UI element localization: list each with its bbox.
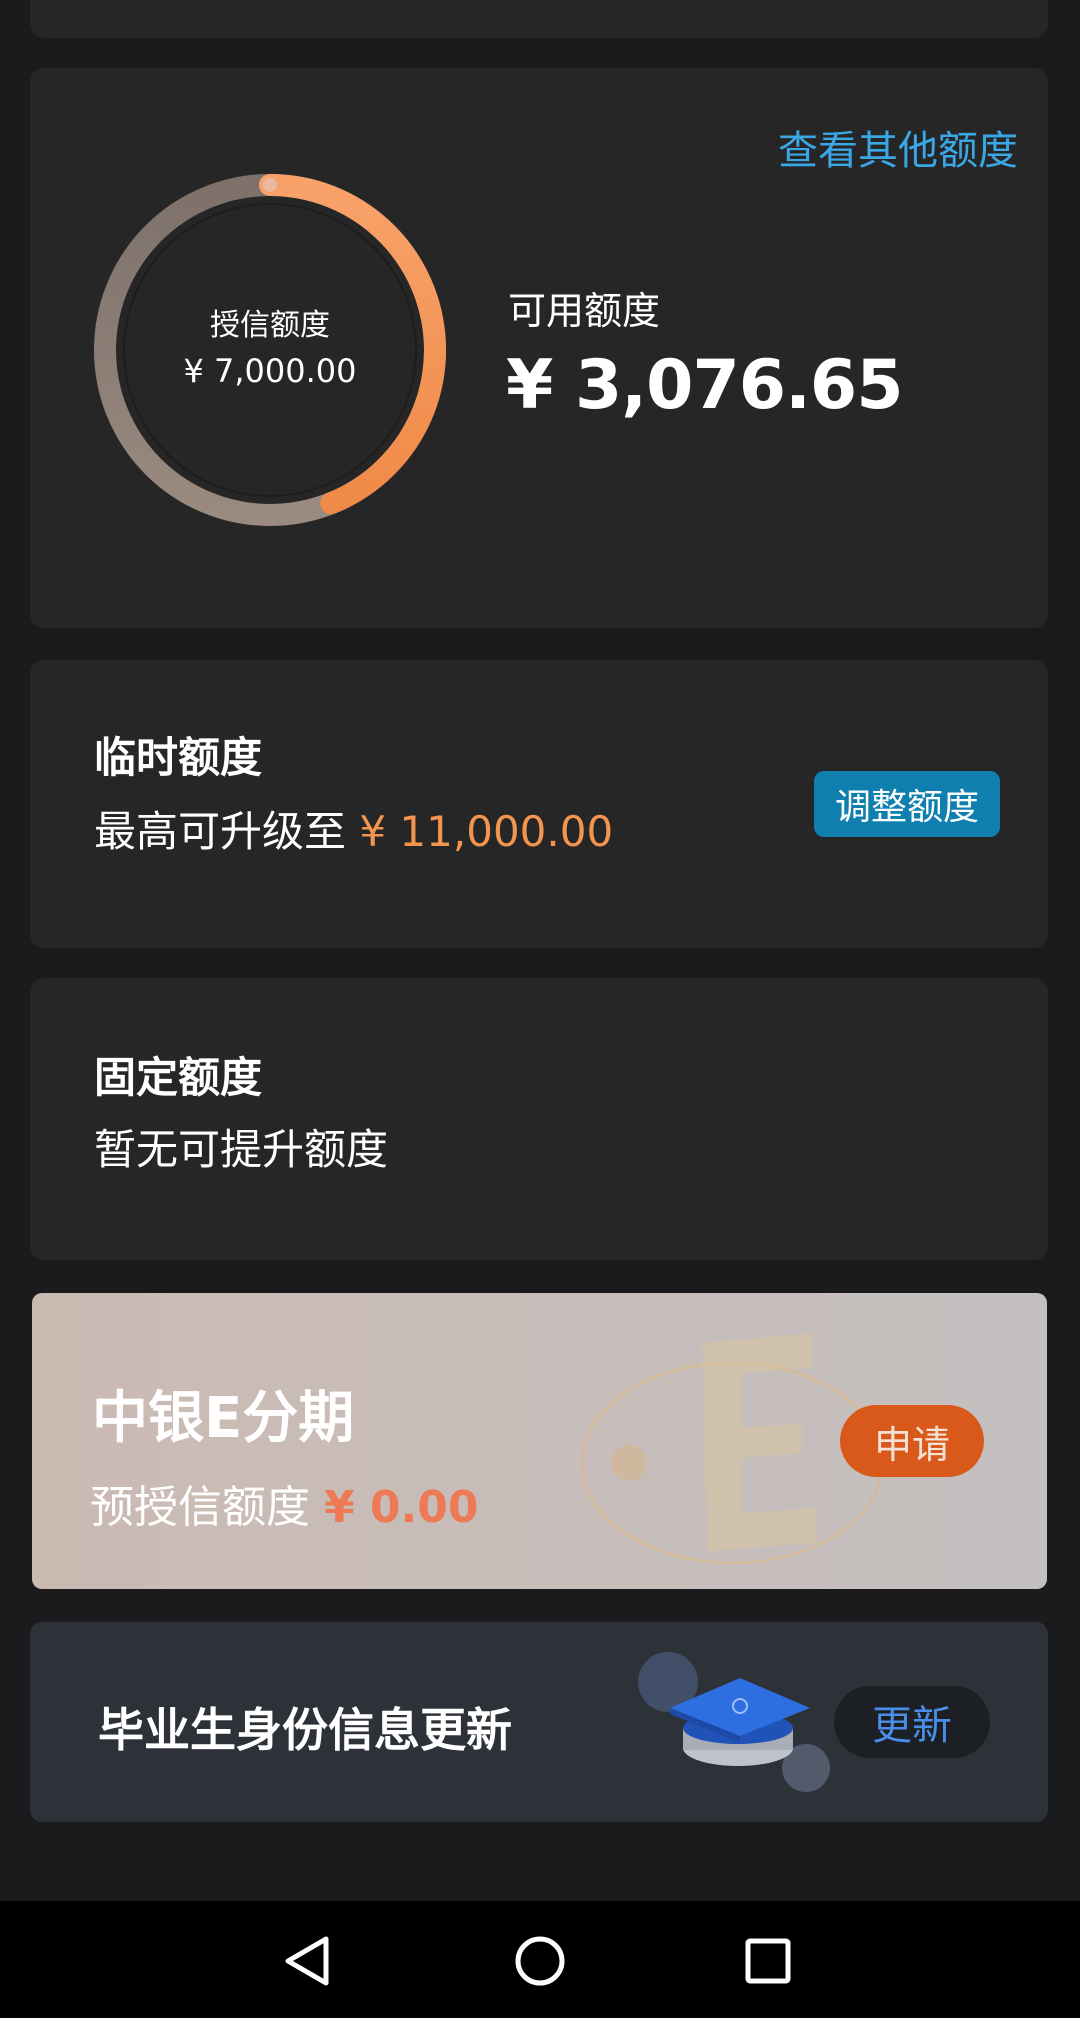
e-installment-card[interactable]: 中银E分期 预授信额度 ¥ 0.00 申请 — [32, 1293, 1047, 1589]
e-installment-amount: ¥ 0.00 — [324, 1482, 479, 1533]
available-label: 可用额度 — [508, 289, 661, 333]
graduation-cap-icon — [638, 1652, 830, 1792]
temporary-limit-card: 临时额度 最高可升级至 ¥ 11,000.00 调整额度 — [30, 660, 1048, 948]
e-installment-title: 中银E分期 — [92, 1386, 355, 1451]
apply-button[interactable]: 申请 — [840, 1405, 984, 1477]
ring-available-arc — [259, 174, 446, 515]
credit-ring-chart — [93, 173, 447, 527]
ring-start-dot — [263, 178, 277, 192]
ring-label: 授信额度 — [210, 308, 330, 343]
graduate-info-card[interactable]: 毕业生身份信息更新 更新 — [30, 1622, 1048, 1822]
adjust-limit-button[interactable]: 调整额度 — [814, 771, 1000, 837]
fixed-limit-subtitle: 暂无可提升额度 — [94, 1125, 389, 1174]
temporary-limit-prefix: 最高可升级至 — [94, 807, 360, 856]
system-nav-bar — [0, 1901, 1080, 2018]
temporary-limit-amount: ¥ 11,000.00 — [359, 807, 614, 856]
credit-ring: 授信额度 ¥ 7,000.00 — [90, 170, 450, 530]
back-triangle-icon[interactable] — [278, 1931, 338, 1991]
update-button[interactable]: 更新 — [834, 1686, 990, 1758]
home-circle-icon[interactable] — [510, 1931, 570, 1991]
credit-overview-card: 查看其他额度 授信额度 ¥ 7,000.00 可用额度 ¥ 3,076.65 — [30, 68, 1048, 628]
available-value: ¥ 3,076.65 — [506, 346, 904, 425]
e-installment-subtitle: 预授信额度 ¥ 0.00 — [90, 1471, 479, 1535]
temporary-limit-title: 临时额度 — [94, 733, 263, 782]
previous-card-stub — [30, 0, 1048, 38]
recent-square-icon[interactable] — [738, 1931, 798, 1991]
graduate-info-title: 毕业生身份信息更新 — [98, 1703, 512, 1757]
e-installment-prefix: 预授信额度 — [90, 1482, 324, 1533]
view-other-limits-link[interactable]: 查看其他额度 — [778, 118, 1018, 176]
temporary-limit-subtitle: 最高可升级至 ¥ 11,000.00 — [94, 798, 613, 859]
fixed-limit-title: 固定额度 — [94, 1053, 263, 1102]
fixed-limit-card: 固定额度 暂无可提升额度 — [30, 978, 1048, 1260]
ring-value: ¥ 7,000.00 — [183, 352, 357, 390]
